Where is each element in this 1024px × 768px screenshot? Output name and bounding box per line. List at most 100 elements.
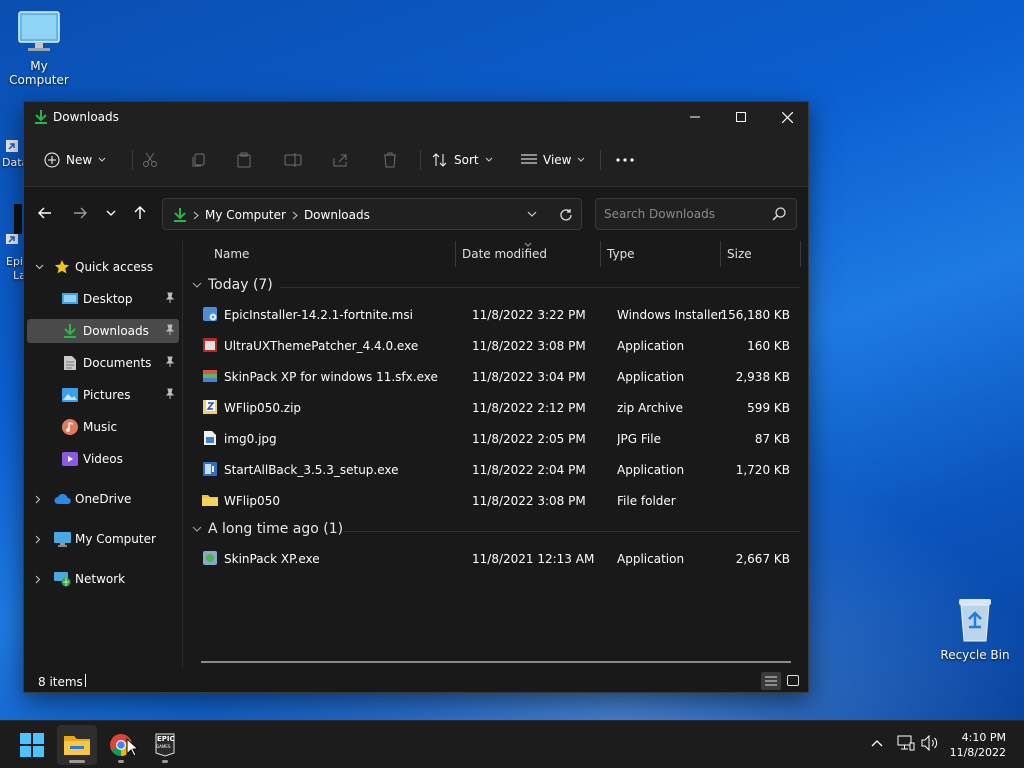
paste-button[interactable] bbox=[236, 148, 252, 172]
desktop-icon-recycle-bin[interactable]: Recycle Bin bbox=[937, 597, 1013, 662]
column-header-name[interactable]: Name bbox=[214, 241, 249, 267]
breadcrumb-downloads[interactable]: Downloads bbox=[304, 208, 370, 222]
sidebar-item-videos[interactable]: Videos bbox=[27, 447, 179, 471]
file-name: UltraUXThemePatcher_4.4.0.exe bbox=[224, 339, 419, 353]
sidebar-item-label: Network bbox=[75, 572, 126, 586]
sidebar-item-label: Videos bbox=[83, 452, 123, 466]
column-divider[interactable] bbox=[455, 241, 456, 267]
search-input[interactable] bbox=[604, 205, 764, 223]
pin-icon[interactable] bbox=[164, 292, 176, 304]
volume-icon[interactable] bbox=[921, 735, 939, 751]
pin-icon[interactable] bbox=[164, 356, 176, 368]
taskbar-epic-games[interactable]: EPIC GAMES bbox=[145, 725, 185, 765]
chevron-down-icon[interactable] bbox=[527, 211, 537, 218]
view-button[interactable]: View bbox=[521, 148, 585, 172]
sidebar-item-network[interactable]: Network bbox=[27, 567, 179, 591]
share-icon bbox=[333, 154, 347, 167]
chevron-right-icon bbox=[35, 535, 41, 543]
forward-button[interactable] bbox=[69, 202, 91, 224]
document-icon bbox=[64, 356, 76, 370]
recent-locations-button[interactable] bbox=[100, 202, 122, 224]
recycle-bin-icon bbox=[959, 599, 991, 642]
column-divider[interactable] bbox=[600, 241, 601, 267]
maximize-button[interactable] bbox=[718, 102, 764, 132]
column-header-size[interactable]: Size bbox=[727, 241, 752, 267]
file-date: 11/8/2022 3:04 PM bbox=[472, 370, 586, 384]
system-clock[interactable]: 4:10 PM 11/8/2022 bbox=[950, 730, 1006, 760]
desktop-icon-partial-2[interactable]: Epi La bbox=[0, 200, 26, 282]
group-header-long-time-ago[interactable]: A long time ago (1) bbox=[192, 521, 343, 537]
file-type: Application bbox=[617, 339, 685, 353]
file-date: 11/8/2022 3:08 PM bbox=[472, 494, 586, 508]
up-button[interactable] bbox=[129, 202, 151, 224]
sidebar-item-downloads[interactable]: Downloads bbox=[27, 319, 179, 343]
file-row[interactable]: WFlip050 11/8/2022 3:08 PM File folder bbox=[194, 487, 798, 515]
file-row[interactable]: UltraUXThemePatcher_4.4.0.exe 11/8/2022 … bbox=[194, 332, 798, 360]
search-box[interactable] bbox=[595, 198, 797, 230]
sidebar-item-onedrive[interactable]: OneDrive bbox=[27, 487, 179, 511]
horizontal-scrollbar[interactable] bbox=[201, 661, 791, 663]
sidebar-item-music[interactable]: Music bbox=[27, 415, 179, 439]
column-header-date-modified[interactable]: Date modified bbox=[462, 241, 547, 267]
sidebar-item-pictures[interactable]: Pictures bbox=[27, 383, 179, 407]
share-button[interactable] bbox=[332, 148, 348, 172]
file-row[interactable]: SkinPack XP.exe 11/8/2021 12:13 AM Appli… bbox=[194, 545, 798, 573]
breadcrumb-my-computer[interactable]: My Computer bbox=[205, 208, 286, 222]
back-button[interactable] bbox=[34, 202, 56, 224]
column-divider[interactable] bbox=[800, 241, 801, 267]
new-button[interactable]: New bbox=[44, 148, 106, 172]
exe-icon bbox=[203, 338, 217, 352]
windows-logo-icon bbox=[20, 733, 44, 757]
desktop-icon-partial-1[interactable]: Data bbox=[0, 110, 28, 169]
sort-indicator-icon bbox=[524, 242, 532, 247]
cut-button[interactable] bbox=[142, 148, 158, 172]
chevron-up-icon[interactable] bbox=[871, 739, 883, 747]
copy-button[interactable] bbox=[190, 148, 206, 172]
toolbar-divider bbox=[132, 150, 133, 170]
sidebar-item-quick-access[interactable]: Quick access bbox=[27, 255, 179, 279]
trash-icon bbox=[384, 152, 396, 168]
file-name: WFlip050 bbox=[224, 494, 280, 508]
sidebar-item-desktop[interactable]: Desktop bbox=[27, 287, 179, 311]
desktop-icon-label: Recycle Bin bbox=[940, 648, 1010, 662]
taskbar-file-explorer[interactable] bbox=[57, 725, 97, 765]
file-row[interactable]: EpicInstaller-14.2.1-fortnite.msi 11/8/2… bbox=[194, 301, 798, 329]
desktop-icon-my-computer[interactable]: My Computer bbox=[1, 10, 77, 87]
file-type: Application bbox=[617, 552, 685, 566]
taskbar: EPIC GAMES 4:10 PM 11/8/2022 bbox=[0, 720, 1024, 768]
start-button[interactable] bbox=[12, 725, 52, 765]
address-bar[interactable]: My Computer Downloads bbox=[162, 198, 582, 230]
pin-icon[interactable] bbox=[164, 324, 176, 336]
tiles-view-icon[interactable] bbox=[787, 675, 799, 686]
file-explorer-window[interactable]: Downloads New Sort View My Computer Down… bbox=[23, 101, 809, 693]
arrow-up-icon bbox=[134, 206, 146, 219]
sidebar-item-my-computer[interactable]: My Computer bbox=[27, 527, 179, 551]
search-icon bbox=[772, 207, 786, 221]
network-status-icon[interactable] bbox=[897, 735, 915, 751]
close-icon bbox=[781, 111, 793, 123]
column-header-type[interactable]: Type bbox=[607, 241, 635, 267]
more-options-button[interactable] bbox=[616, 148, 634, 172]
sort-button[interactable]: Sort bbox=[432, 148, 493, 172]
title-bar[interactable]: Downloads bbox=[24, 102, 808, 134]
file-size: 2,938 KB bbox=[735, 370, 790, 384]
file-row[interactable]: SkinPack XP for windows 11.sfx.exe 11/8/… bbox=[194, 363, 798, 391]
delete-button[interactable] bbox=[382, 148, 398, 172]
close-button[interactable] bbox=[764, 102, 810, 132]
minimize-button[interactable] bbox=[672, 102, 718, 132]
chevron-right-icon bbox=[193, 211, 199, 219]
details-view-icon[interactable] bbox=[761, 672, 781, 690]
column-divider[interactable] bbox=[720, 241, 721, 267]
file-row[interactable]: img0.jpg 11/8/2022 2:05 PM JPG File 87 K… bbox=[194, 425, 798, 453]
refresh-icon[interactable] bbox=[559, 208, 573, 222]
file-row[interactable]: StartAllBack_3.5.3_setup.exe 11/8/2022 2… bbox=[194, 456, 798, 484]
rename-button[interactable] bbox=[284, 148, 302, 172]
sidebar-item-documents[interactable]: Documents bbox=[27, 351, 179, 375]
navigation-pane: Quick access Desktop Downloads Documents… bbox=[24, 241, 183, 668]
sidebar-item-label: Quick access bbox=[75, 260, 154, 274]
column-header-label: Type bbox=[607, 247, 635, 261]
image-file-icon bbox=[204, 431, 216, 445]
group-header-today[interactable]: Today (7) bbox=[192, 277, 273, 293]
pin-icon[interactable] bbox=[164, 388, 176, 400]
file-row[interactable]: WFlip050.zip 11/8/2022 2:12 PM zip Archi… bbox=[194, 394, 798, 422]
